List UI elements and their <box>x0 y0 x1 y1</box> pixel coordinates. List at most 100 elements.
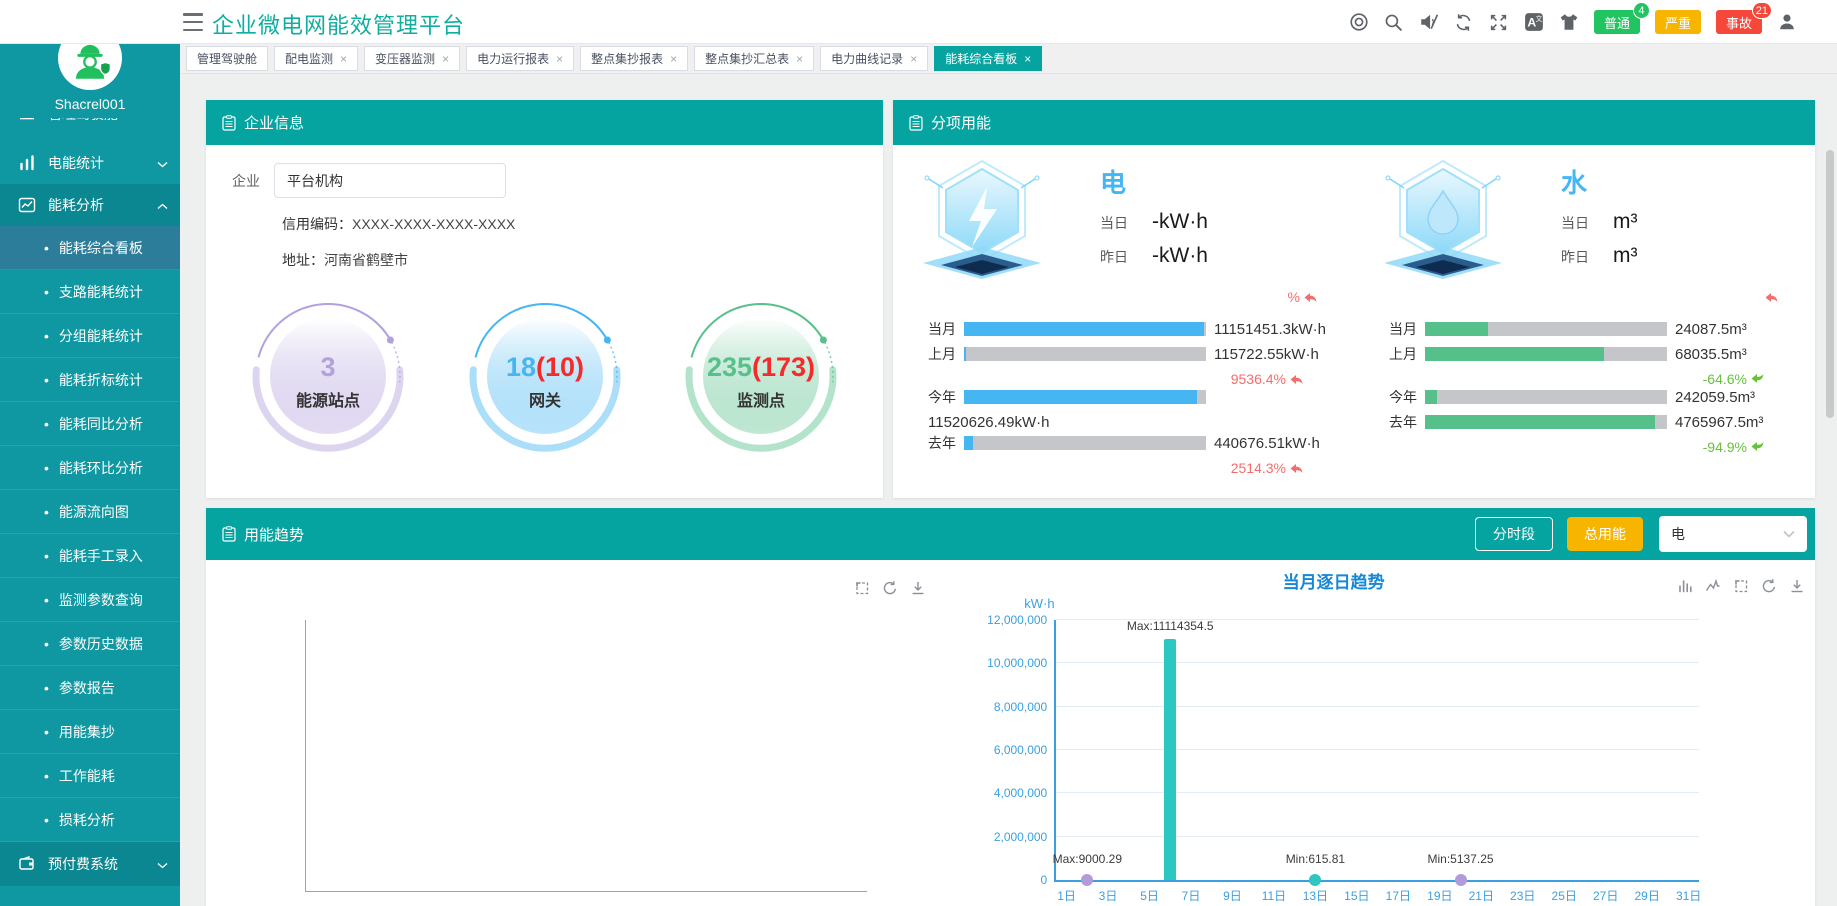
tab-7[interactable]: 电力曲线记录× <box>820 46 928 71</box>
gridline <box>1056 662 1699 663</box>
download-icon[interactable] <box>910 580 926 596</box>
trend-panel-header: 用能趋势 分时段 总用能 电 <box>206 508 1815 560</box>
download-icon[interactable] <box>1789 578 1805 594</box>
zoom-box-icon[interactable] <box>854 580 870 596</box>
sidebar-item-13[interactable]: •工作能耗 <box>0 754 180 798</box>
tab-6[interactable]: 整点集抄汇总表× <box>694 46 814 71</box>
line-type-icon[interactable] <box>1705 578 1721 594</box>
sidebar-group-2[interactable]: 能耗分析 <box>0 184 180 226</box>
daily-percent-change <box>1359 289 1779 307</box>
total-energy-button[interactable]: 总用能 <box>1567 517 1643 551</box>
sidebar-item-14[interactable]: •损耗分析 <box>0 798 180 842</box>
tab-close-icon[interactable]: × <box>340 52 347 66</box>
translate-icon[interactable]: A文 <box>1524 12 1544 32</box>
tab-4[interactable]: 电力运行报表× <box>466 46 574 71</box>
y-axis-tick-label: 10,000,000 <box>987 656 1047 670</box>
bar-track <box>964 347 1206 361</box>
chart-data-point[interactable] <box>1455 874 1467 886</box>
alarm-button-1[interactable]: 普通4 <box>1594 10 1640 34</box>
bar-label: 上月 <box>928 344 962 364</box>
energy-panel-header: 分项用能 <box>893 100 1815 145</box>
sidebar-item-11[interactable]: •参数报告 <box>0 666 180 710</box>
sidebar-item-6[interactable]: •能耗环比分析 <box>0 446 180 490</box>
time-period-button[interactable]: 分时段 <box>1475 517 1553 551</box>
bar-label: 去年 <box>928 433 962 453</box>
chart-bar[interactable] <box>1164 639 1176 880</box>
bullet-icon: • <box>44 636 49 652</box>
sidebar-item-12[interactable]: •用能集抄 <box>0 710 180 754</box>
company-input[interactable] <box>274 163 506 198</box>
chart-data-point[interactable] <box>1309 874 1321 886</box>
tab-3[interactable]: 变压器监测× <box>364 46 460 71</box>
chart-annotation: Min:5137.25 <box>1427 852 1493 866</box>
sidebar-item-clipped[interactable]: 管理驾驶舱 <box>0 118 180 142</box>
sidebar-item-7[interactable]: •能源流向图 <box>0 490 180 534</box>
theme-icon[interactable] <box>1559 12 1579 32</box>
zoom-box-icon[interactable] <box>1733 578 1749 594</box>
help-ring-icon[interactable] <box>1349 12 1369 32</box>
alarm-button-label: 事故 <box>1726 13 1752 32</box>
sidebar-item-label: 管理驾驶舱 <box>48 118 168 124</box>
tab-close-icon[interactable]: × <box>556 52 563 66</box>
alarm-button-2[interactable]: 严重 <box>1655 10 1701 34</box>
energy-type-select[interactable]: 电 <box>1659 516 1807 552</box>
sidebar-item-10[interactable]: •参数历史数据 <box>0 622 180 666</box>
sidebar-group-prepaid[interactable]: 预付费系统 <box>0 842 180 886</box>
chart-data-point[interactable] <box>1081 874 1093 886</box>
stat-gauge-1: 3 能源站点 <box>248 296 408 456</box>
tab-close-icon[interactable]: × <box>442 52 449 66</box>
refresh-icon[interactable] <box>1454 12 1474 32</box>
trend-down-arrow-icon <box>1750 373 1765 385</box>
hamburger-menu-icon[interactable] <box>183 13 203 31</box>
restore-icon[interactable] <box>882 580 898 596</box>
energy-bar-row: 上月115722.55kW·h <box>928 346 1334 362</box>
bullet-icon: • <box>44 592 49 608</box>
y-axis-tick-label: 0 <box>1041 873 1048 887</box>
energy-bar-row: 今年 <box>928 389 1334 405</box>
trend-up-arrow-icon <box>1289 462 1304 474</box>
tab-8[interactable]: 能耗综合看板× <box>934 46 1042 71</box>
sidebar-item-4[interactable]: •能耗折标统计 <box>0 358 180 402</box>
app-root: 企业微电网能效管理平台 A文普通4严重事故21 Shacrel001 管理驾驶舱… <box>0 0 1837 906</box>
search-icon[interactable] <box>1384 12 1404 32</box>
sidebar-group-label: 能耗分析 <box>48 195 157 215</box>
user-icon[interactable] <box>1777 12 1797 32</box>
alarm-badge-count: 4 <box>1633 2 1650 19</box>
alarm-button-3[interactable]: 事故21 <box>1716 10 1762 34</box>
x-axis-tick-label: 3日 <box>1099 887 1118 904</box>
mute-icon[interactable] <box>1419 12 1439 32</box>
svg-text:235(173): 235(173) <box>707 352 815 382</box>
tab-close-icon[interactable]: × <box>910 52 917 66</box>
bar-type-icon[interactable] <box>1677 578 1693 594</box>
tab-close-icon[interactable]: × <box>796 52 803 66</box>
sidebar-item-3[interactable]: •分组能耗统计 <box>0 314 180 358</box>
tab-5[interactable]: 整点集抄报表× <box>580 46 688 71</box>
tab-1[interactable]: 管理驾驶舱 <box>186 46 268 71</box>
chart-plot-area[interactable]: 02,000,0004,000,0006,000,0008,000,00010,… <box>1054 620 1699 882</box>
sidebar-item-label: 能耗手工录入 <box>59 546 143 566</box>
sidebar-item-5[interactable]: •能耗同比分析 <box>0 402 180 446</box>
energy-bar-row: 去年4765967.5m³ <box>1389 414 1795 430</box>
stat-gauges: 3 能源站点 18(10) 网关 235(173) 监测点 <box>232 296 857 456</box>
svg-text:监测点: 监测点 <box>737 391 785 410</box>
sidebar-item-1[interactable]: •能耗综合看板 <box>0 226 180 270</box>
company-label: 企业 <box>232 171 260 191</box>
sidebar-item-label: 用能集抄 <box>59 722 115 742</box>
y-axis-tick-label: 8,000,000 <box>994 700 1047 714</box>
sidebar-item-2[interactable]: •支路能耗统计 <box>0 270 180 314</box>
sidebar-item-label: 监测参数查询 <box>59 590 143 610</box>
left-chart-toolbar <box>854 580 926 596</box>
tab-close-icon[interactable]: × <box>1024 52 1031 66</box>
sidebar-item-8[interactable]: •能耗手工录入 <box>0 534 180 578</box>
clipboard-icon <box>222 526 236 542</box>
sidebar-item-label: 支路能耗统计 <box>59 282 143 302</box>
sidebar-item-9[interactable]: • 监测参数查询 <box>0 578 180 622</box>
bar-track <box>1425 415 1667 429</box>
sidebar-group-1[interactable]: 电能统计 <box>0 142 180 184</box>
tab-close-icon[interactable]: × <box>670 52 677 66</box>
restore-icon[interactable] <box>1761 578 1777 594</box>
fullscreen-icon[interactable] <box>1489 12 1509 32</box>
tab-2[interactable]: 配电监测× <box>274 46 358 71</box>
energy-bars: 当月24087.5m³上月68035.5m³-64.6%今年242059.5m³… <box>1359 321 1795 455</box>
vertical-scrollbar[interactable] <box>1826 150 1834 418</box>
